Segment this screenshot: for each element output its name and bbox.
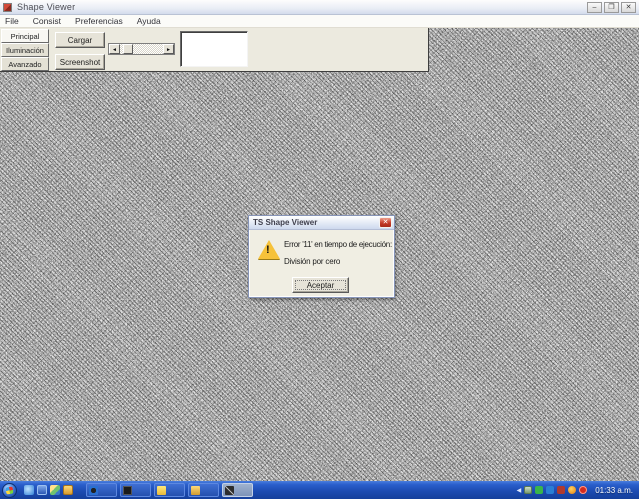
minimize-button[interactable]: –: [587, 2, 602, 13]
scrollbar-thumb[interactable]: [123, 44, 133, 54]
window-title: Shape Viewer: [17, 2, 75, 12]
tray-chevron-icon[interactable]: ◀: [517, 487, 522, 494]
task-button-shape-viewer[interactable]: [222, 483, 253, 497]
horizontal-scrollbar[interactable]: ◄ ►: [108, 43, 175, 55]
screenshot-button[interactable]: Screenshot: [55, 54, 105, 70]
quicklaunch-pictures-icon[interactable]: [50, 485, 60, 495]
taskbar: ◀ 01:33 a.m.: [0, 481, 639, 499]
quicklaunch-folder-icon[interactable]: [63, 485, 73, 495]
menu-item-help[interactable]: Ayuda: [137, 16, 161, 26]
task-button-2[interactable]: [120, 483, 151, 497]
titlebar: Shape Viewer – ❐ ✕: [0, 0, 639, 15]
tray-display-icon[interactable]: [524, 486, 532, 494]
taskbar-clock[interactable]: 01:33 a.m.: [595, 486, 633, 495]
task-app-icon: [191, 486, 200, 495]
tab-avanzado[interactable]: Avanzado: [1, 57, 49, 71]
tray-messenger-icon[interactable]: [546, 486, 554, 494]
menu-item-preferences[interactable]: Preferencias: [75, 16, 123, 26]
task-app-icon: [123, 486, 132, 495]
toolbar-panel: Principal Iluminación Avanzado Cargar Sc…: [0, 28, 429, 72]
scroll-left-arrow-icon[interactable]: ◄: [109, 44, 120, 54]
warning-exclamation-icon: !: [266, 244, 270, 256]
desktop-screen: Shape Viewer – ❐ ✕ File Consist Preferen…: [0, 0, 639, 499]
app-icon: [3, 3, 12, 12]
quicklaunch-window-icon[interactable]: [37, 485, 47, 495]
system-tray: ◀ 01:33 a.m.: [517, 486, 637, 495]
tray-antivirus-icon[interactable]: [579, 486, 587, 494]
task-buttons: [86, 483, 253, 497]
error-dialog: TS Shape Viewer ✕ ! Error '11' en tiempo…: [248, 215, 395, 298]
dialog-title: TS Shape Viewer: [253, 218, 379, 227]
shape-listbox[interactable]: [180, 31, 248, 67]
start-button[interactable]: [2, 483, 17, 498]
dialog-body: ! Error '11' en tiempo de ejecución: Div…: [249, 230, 394, 298]
scroll-right-arrow-icon[interactable]: ►: [163, 44, 174, 54]
tab-principal[interactable]: Principal: [1, 29, 49, 43]
dialog-close-button[interactable]: ✕: [379, 217, 392, 228]
task-app-icon: [89, 486, 98, 495]
quicklaunch-browser-icon[interactable]: [24, 485, 34, 495]
load-button[interactable]: Cargar: [55, 32, 105, 48]
windows-flag-icon: [6, 486, 14, 494]
error-message-line1: Error '11' en tiempo de ejecución:: [284, 240, 392, 249]
tray-update-icon[interactable]: [568, 486, 576, 494]
tray-network-icon[interactable]: [535, 486, 543, 494]
menubar: File Consist Preferencias Ayuda: [0, 15, 639, 28]
tab-column: Principal Iluminación Avanzado: [1, 29, 49, 71]
shape-viewer-icon: [225, 486, 234, 495]
error-message-line2: División por cero: [284, 257, 340, 266]
task-button-1[interactable]: [86, 483, 117, 497]
tray-volume-icon[interactable]: [557, 486, 565, 494]
menu-item-consist[interactable]: Consist: [33, 16, 61, 26]
restore-button[interactable]: ❐: [604, 2, 619, 13]
dialog-titlebar[interactable]: TS Shape Viewer ✕: [249, 216, 394, 230]
task-button-4[interactable]: [188, 483, 219, 497]
tab-iluminacion[interactable]: Iluminación: [1, 43, 49, 57]
task-app-icon: [157, 486, 166, 495]
window-controls: – ❐ ✕: [587, 2, 636, 13]
accept-button[interactable]: Aceptar: [292, 277, 349, 293]
task-button-3[interactable]: [154, 483, 185, 497]
quick-launch: [24, 485, 73, 495]
menu-item-file[interactable]: File: [5, 16, 19, 26]
close-button[interactable]: ✕: [621, 2, 636, 13]
